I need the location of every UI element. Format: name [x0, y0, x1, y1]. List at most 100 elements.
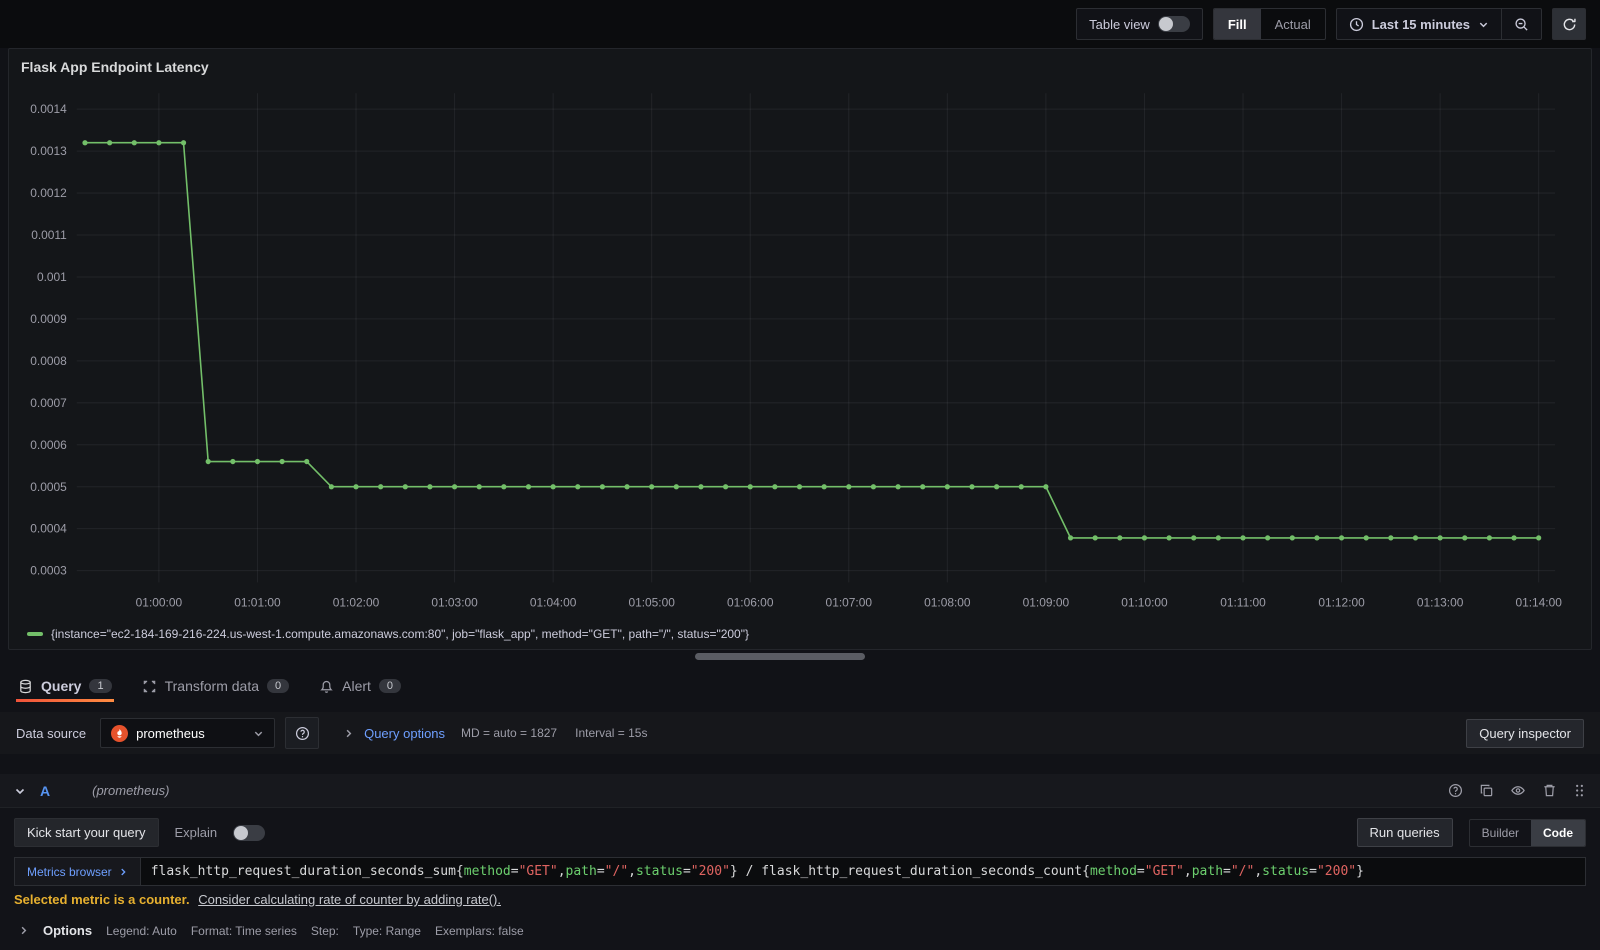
counter-warning: Selected metric is a counter. Consider c…	[0, 886, 1600, 909]
query-ref-id: A	[40, 782, 51, 799]
zoom-out-button[interactable]	[1502, 9, 1541, 39]
svg-text:0.0011: 0.0011	[31, 228, 67, 242]
tab-transform-badge: 0	[267, 679, 290, 693]
explain-label: Explain	[174, 825, 218, 840]
datasource-row: Data source prometheus Query options MD …	[0, 712, 1600, 754]
duplicate-icon[interactable]	[1479, 783, 1494, 798]
chevron-right-icon	[120, 868, 126, 875]
datasource-help-button[interactable]	[285, 717, 320, 749]
panel-editor-toolbar: Table view Fill Actual Last 15 minutes	[0, 0, 1600, 48]
svg-text:01:14:00: 01:14:00	[1515, 596, 1562, 610]
kick-start-query-button[interactable]: Kick start your query	[14, 818, 159, 847]
svg-text:01:10:00: 01:10:00	[1121, 596, 1168, 610]
svg-text:0.0007: 0.0007	[30, 396, 67, 410]
tab-query-label: Query	[41, 678, 82, 694]
scrollbar-handle[interactable]	[695, 652, 865, 660]
chevron-right-icon[interactable]	[18, 925, 29, 936]
chart-area[interactable]: 0.0014 0.0013 0.0012 0.0011 0.001 0.0009 0.000…	[19, 79, 1581, 625]
collapse-chevron-icon[interactable]	[14, 785, 26, 797]
svg-text:01:12:00: 01:12:00	[1318, 596, 1365, 610]
fill-actual-group: Fill Actual	[1212, 8, 1326, 40]
query-inspector-button[interactable]: Query inspector	[1466, 718, 1584, 748]
code-button[interactable]: Code	[1531, 819, 1585, 846]
tab-transform-data[interactable]: Transform data 0	[140, 670, 292, 702]
panel-title: Flask App Endpoint Latency	[21, 59, 209, 75]
fill-button[interactable]: Fill	[1213, 9, 1261, 39]
svg-text:0.0005: 0.0005	[30, 480, 67, 494]
svg-text:01:03:00: 01:03:00	[431, 596, 478, 610]
query-datasource-hint: (prometheus)	[92, 783, 170, 798]
tab-alert-label: Alert	[342, 678, 371, 694]
metrics-row: Metrics browser flask_http_request_durat…	[14, 857, 1586, 886]
svg-text:0.0006: 0.0006	[30, 438, 67, 452]
svg-text:01:00:00: 01:00:00	[136, 596, 183, 610]
option-format: Format: Time series	[190, 923, 297, 938]
latency-chart[interactable]: 0.0014 0.0013 0.0012 0.0011 0.001 0.0009 0.000…	[19, 79, 1581, 625]
svg-text:01:11:00: 01:11:00	[1220, 596, 1266, 610]
md-info: MD = auto = 1827	[461, 726, 558, 740]
time-range-picker[interactable]: Last 15 minutes	[1337, 9, 1501, 39]
chevron-down-icon	[254, 731, 263, 736]
interval-info: Interval = 15s	[575, 726, 648, 740]
trash-icon[interactable]	[1542, 783, 1557, 798]
query-options-label: Query options	[364, 725, 446, 741]
transform-icon	[142, 679, 157, 694]
tab-alert[interactable]: Alert 0	[317, 670, 403, 702]
chevron-right-icon	[346, 729, 352, 737]
query-row-header[interactable]: A (prometheus)	[0, 774, 1600, 808]
horizontal-scrollbar	[0, 650, 1600, 662]
promql-query-input[interactable]: flask_http_request_duration_seconds_sum{…	[139, 857, 1586, 886]
svg-text:01:06:00: 01:06:00	[727, 596, 774, 610]
table-view-label: Table view	[1089, 16, 1150, 32]
editor-tabs: Query 1 Transform data 0 Alert 0	[0, 662, 1600, 702]
legend-series-label[interactable]: {instance="ec2-184-169-216-224.us-west-1…	[51, 627, 749, 641]
explain-toggle[interactable]	[233, 824, 266, 841]
options-label[interactable]: Options	[43, 923, 92, 938]
svg-text:01:07:00: 01:07:00	[826, 596, 873, 610]
table-view-group: Table view	[1076, 8, 1203, 40]
tab-query[interactable]: Query 1	[16, 670, 114, 702]
datasource-picker[interactable]: prometheus	[100, 718, 276, 748]
timeseries-panel: Flask App Endpoint Latency 0.0014 0.0013 0…	[8, 48, 1592, 650]
svg-text:0.0012: 0.0012	[30, 186, 67, 200]
option-exemplars: Exemplars: false	[434, 923, 524, 938]
drag-handle-icon[interactable]	[1573, 783, 1586, 798]
help-circle-icon[interactable]	[1448, 783, 1463, 798]
builder-code-group: Builder Code	[1468, 818, 1586, 847]
svg-text:01:13:00: 01:13:00	[1417, 596, 1464, 610]
query-options-summary: Options Legend: Auto Format: Time series…	[0, 909, 1600, 950]
database-icon	[18, 679, 33, 694]
tab-query-badge: 1	[89, 679, 112, 693]
question-circle-icon	[295, 726, 309, 740]
zoom-out-icon	[1515, 17, 1528, 31]
refresh-button[interactable]	[1552, 8, 1586, 40]
query-options-toggle[interactable]: Query options	[343, 726, 445, 741]
run-queries-button[interactable]: Run queries	[1356, 818, 1453, 847]
svg-text:0.0003: 0.0003	[30, 564, 67, 578]
datasource-label: Data source	[16, 725, 87, 741]
svg-text:0.0014: 0.0014	[30, 102, 67, 116]
eye-icon[interactable]	[1510, 783, 1526, 798]
table-view-toggle[interactable]	[1157, 16, 1190, 32]
query-editor-toolbar: Kick start your query Explain Run querie…	[0, 808, 1600, 855]
svg-text:01:05:00: 01:05:00	[628, 596, 675, 610]
warning-rate-link[interactable]: Consider calculating rate of counter by …	[198, 892, 501, 907]
table-view-toggle-container[interactable]: Table view	[1077, 9, 1202, 39]
chart-legend: {instance="ec2-184-169-216-224.us-west-1…	[19, 625, 1581, 645]
svg-text:0.0004: 0.0004	[30, 522, 67, 536]
tab-transform-label: Transform data	[164, 678, 259, 694]
option-legend: Legend: Auto	[106, 923, 177, 938]
svg-text:0.0013: 0.0013	[30, 144, 67, 158]
svg-text:0.0008: 0.0008	[30, 354, 67, 368]
actual-button[interactable]: Actual	[1261, 9, 1325, 39]
tab-alert-badge: 0	[378, 679, 402, 693]
time-range-label: Last 15 minutes	[1371, 16, 1470, 32]
option-type: Type: Range	[352, 923, 421, 938]
svg-text:01:09:00: 01:09:00	[1023, 596, 1070, 610]
warning-text: Selected metric is a counter.	[14, 892, 190, 907]
metrics-browser-button[interactable]: Metrics browser	[14, 857, 140, 886]
clock-icon	[1349, 17, 1364, 32]
bell-icon	[319, 679, 334, 694]
legend-series-mark	[27, 632, 43, 636]
builder-button[interactable]: Builder	[1470, 820, 1531, 846]
